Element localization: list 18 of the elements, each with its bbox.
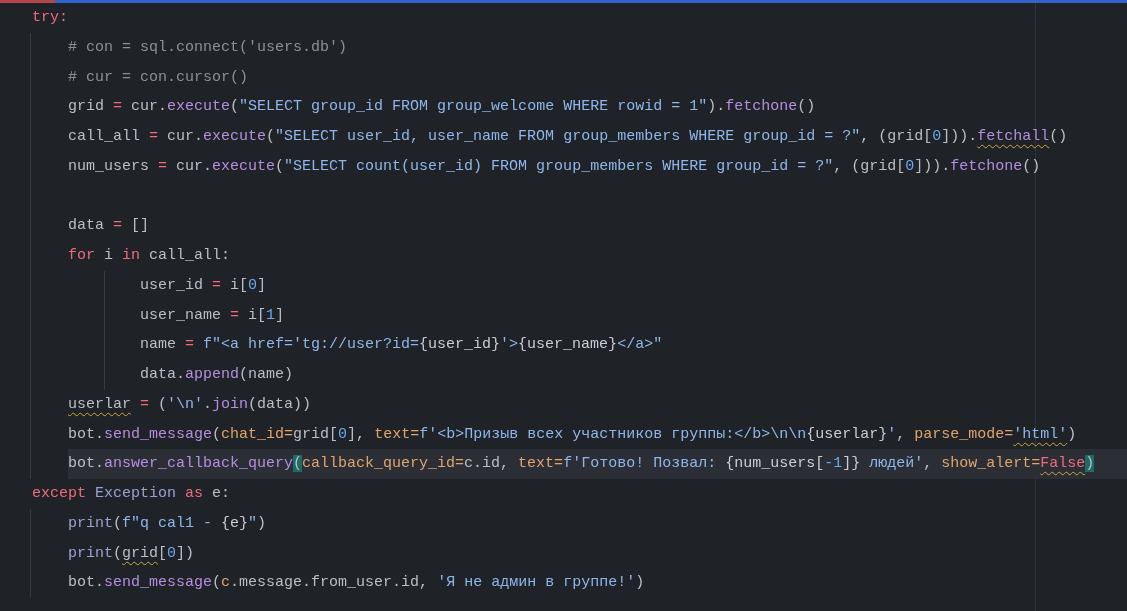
- code-line: print(f"q cal1 - {e}"): [68, 513, 268, 534]
- code-line: bot.send_message(chat_id=grid[0], text=f'<b>Призыв всех участников группы:</b>\n\n{userlar}', parse_mode='html'): [68, 424, 1078, 445]
- code-line: userlar = ('\n'.join(data)): [68, 394, 313, 415]
- code-line: # con = sql.connect('users.db'): [68, 37, 349, 58]
- code-line: data.append(name): [140, 365, 295, 385]
- code-line: num_users = cur.execute("SELECT count(user_id) FROM group_members WHERE group_id = ?", (grid[0])).fetchone(): [68, 156, 1042, 177]
- code-line: user_id = i[0]: [140, 275, 268, 296]
- code-line: except Exception as e:: [32, 484, 232, 504]
- code-line: user_name = i[1]: [140, 305, 286, 326]
- code-line: bot.send_message(c.message.from_user.id, 'Я не админ в группе!'): [68, 573, 646, 594]
- code-line: try:: [32, 8, 69, 28]
- code-line: data = []: [68, 216, 151, 237]
- code-line: for i in call_all:: [68, 246, 232, 266]
- code-line: name = f"<a href='tg://user?id={user_id}'>{user_name}</a>": [140, 335, 664, 356]
- code-line: # cur = con.cursor(): [68, 67, 250, 88]
- code-line: grid = cur.execute("SELECT group_id FROM group_welcome WHERE rowid = 1").fetchone(): [68, 97, 817, 118]
- code-line: call_all = cur.execute("SELECT user_id, user_name FROM group_members WHERE group_id = ?", (grid[0])).fetchall(): [68, 127, 1069, 147]
- code-line: print(grid[0]): [68, 543, 196, 564]
